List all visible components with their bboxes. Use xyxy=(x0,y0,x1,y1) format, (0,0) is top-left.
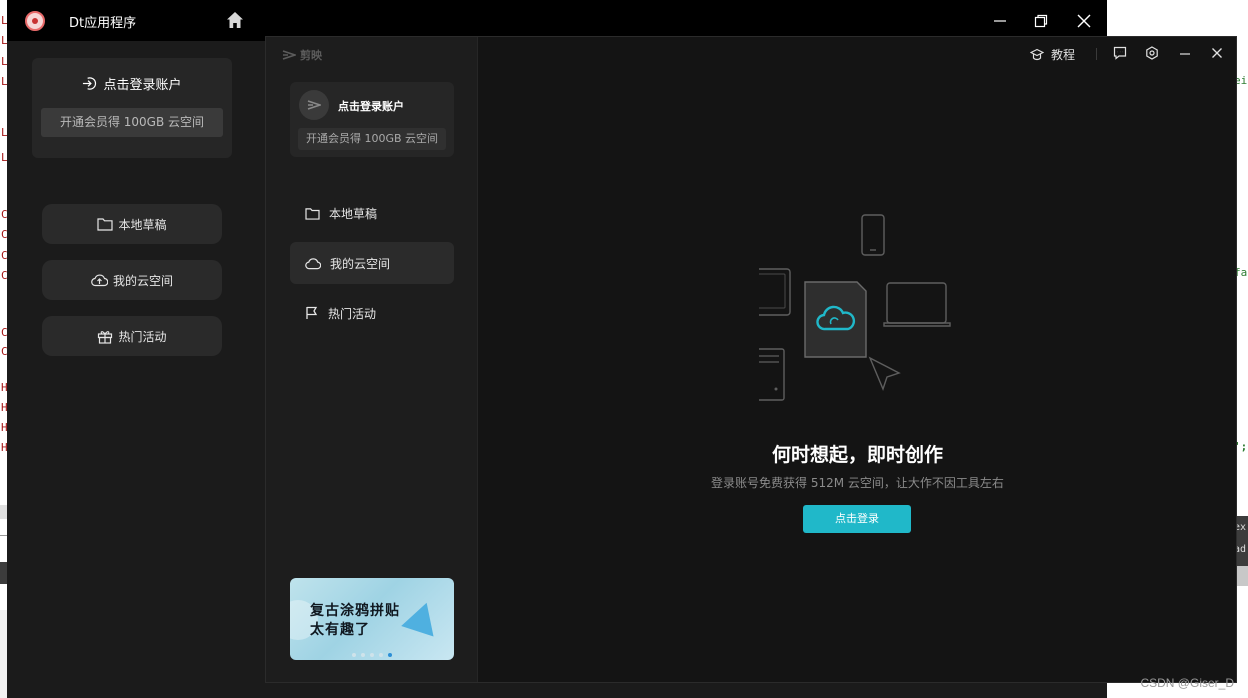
banner-pagination[interactable] xyxy=(352,653,392,657)
login-button[interactable]: 点击登录 xyxy=(803,505,911,533)
dt-sidebar: 点击登录账户 开通会员得 100GB 云空间 本地草稿 我的云空间 热门活动 xyxy=(7,41,257,698)
minimize-icon xyxy=(994,20,1006,22)
restore-button[interactable] xyxy=(1028,8,1054,34)
capcut-sidebar: 剪映 点击登录账户 开通会员得 100GB 云空间 本地草稿 我的云空间 热门活… xyxy=(266,37,478,682)
capcut-nav-label: 热门活动 xyxy=(328,306,377,321)
phone-icon xyxy=(861,214,885,256)
nav-label: 热门活动 xyxy=(118,329,167,344)
banner-decoration-icon xyxy=(401,597,443,637)
dt-titlebar[interactable]: Dt应用程序 xyxy=(7,0,1107,41)
folder-icon xyxy=(305,207,320,220)
capcut-close-button[interactable] xyxy=(1210,46,1224,60)
tutorial-label: 教程 xyxy=(1051,48,1076,62)
capcut-nav-hot-events[interactable]: 热门活动 xyxy=(290,292,454,334)
close-icon xyxy=(1077,14,1091,28)
desktop-tower-icon xyxy=(759,348,785,401)
pagination-dot[interactable] xyxy=(370,653,374,657)
avatar[interactable] xyxy=(299,90,329,120)
pagination-dot[interactable] xyxy=(361,653,365,657)
nav-local-drafts[interactable]: 本地草稿 xyxy=(42,204,222,244)
minimize-button[interactable] xyxy=(987,8,1013,34)
nav-label: 我的云空间 xyxy=(112,273,173,288)
feedback-icon xyxy=(1113,46,1127,60)
capcut-login-card: 点击登录账户 开通会员得 100GB 云空间 xyxy=(290,82,454,157)
login-account-label: 点击登录账户 xyxy=(103,78,182,93)
capcut-main: 教程 何时想起，即时创作 登录账号免费获得 512M 云空间，让大作不因工具左右… xyxy=(479,37,1236,682)
home-icon[interactable] xyxy=(226,11,244,29)
feedback-button[interactable] xyxy=(1113,46,1127,60)
banner-line-1: 复古涂鸦拼贴 xyxy=(310,603,400,619)
laptop-icon xyxy=(886,282,947,324)
background-editor-panel xyxy=(0,505,7,615)
watermark: CSDN @Giser_D xyxy=(1140,676,1234,690)
capcut-brand-name: 剪映 xyxy=(300,49,322,62)
cursor-icon xyxy=(868,356,901,391)
nav-my-cloud[interactable]: 我的云空间 xyxy=(42,260,222,300)
capcut-logo-icon xyxy=(282,50,296,60)
folder-icon xyxy=(97,218,114,231)
toolbar-divider xyxy=(1096,48,1097,60)
capcut-nav-label: 本地草稿 xyxy=(329,206,378,221)
capcut-minimize-button[interactable] xyxy=(1178,46,1192,60)
flag-icon xyxy=(306,306,318,319)
nav-label: 本地草稿 xyxy=(118,217,167,232)
nav-hot-events[interactable]: 热门活动 xyxy=(42,316,222,356)
capcut-nav-local-drafts[interactable]: 本地草稿 xyxy=(290,192,454,234)
cloud-upload-icon xyxy=(91,274,108,287)
graduation-cap-icon xyxy=(1030,48,1044,60)
promo-banner[interactable]: 复古涂鸦拼贴 太有趣了 xyxy=(290,578,454,660)
login-account-button[interactable]: 点击登录账户 xyxy=(32,74,232,93)
tutorial-button[interactable]: 教程 xyxy=(1030,46,1075,63)
login-icon xyxy=(83,77,97,90)
capcut-vip-banner[interactable]: 开通会员得 100GB 云空间 xyxy=(298,128,446,150)
cloud-sync-illustration xyxy=(759,214,951,401)
restore-icon xyxy=(1034,14,1048,28)
minimize-icon xyxy=(1180,53,1190,55)
settings-button[interactable] xyxy=(1145,46,1159,60)
pagination-dot[interactable] xyxy=(352,653,356,657)
capcut-brand: 剪映 xyxy=(282,47,322,63)
capcut-logo-icon xyxy=(307,100,321,110)
capcut-window: 剪映 点击登录账户 开通会员得 100GB 云空间 本地草稿 我的云空间 热门活… xyxy=(265,36,1237,683)
gear-icon xyxy=(1146,46,1158,60)
vip-banner-button[interactable]: 开通会员得 100GB 云空间 xyxy=(41,108,223,137)
capcut-toolbar: 教程 xyxy=(479,37,1236,71)
capcut-nav-my-cloud[interactable]: 我的云空间 xyxy=(290,242,454,284)
empty-state-headline: 何时想起，即时创作 xyxy=(771,444,943,466)
gift-icon xyxy=(98,330,113,344)
login-card: 点击登录账户 开通会员得 100GB 云空间 xyxy=(32,58,232,158)
pagination-dot-active[interactable] xyxy=(388,653,392,657)
window-title: Dt应用程序 xyxy=(69,16,137,31)
capcut-nav-label: 我的云空间 xyxy=(330,256,391,271)
empty-state-subtext: 登录账号免费获得 512M 云空间，让大作不因工具左右 xyxy=(711,476,1004,490)
app-logo-icon xyxy=(25,11,45,31)
close-button[interactable] xyxy=(1071,8,1097,34)
cloud-icon xyxy=(305,257,321,269)
capcut-login-account[interactable]: 点击登录账户 xyxy=(338,98,404,114)
document-icon xyxy=(804,281,867,358)
banner-line-2: 太有趣了 xyxy=(310,622,370,638)
close-icon xyxy=(1212,48,1222,58)
pagination-dot[interactable] xyxy=(379,653,383,657)
